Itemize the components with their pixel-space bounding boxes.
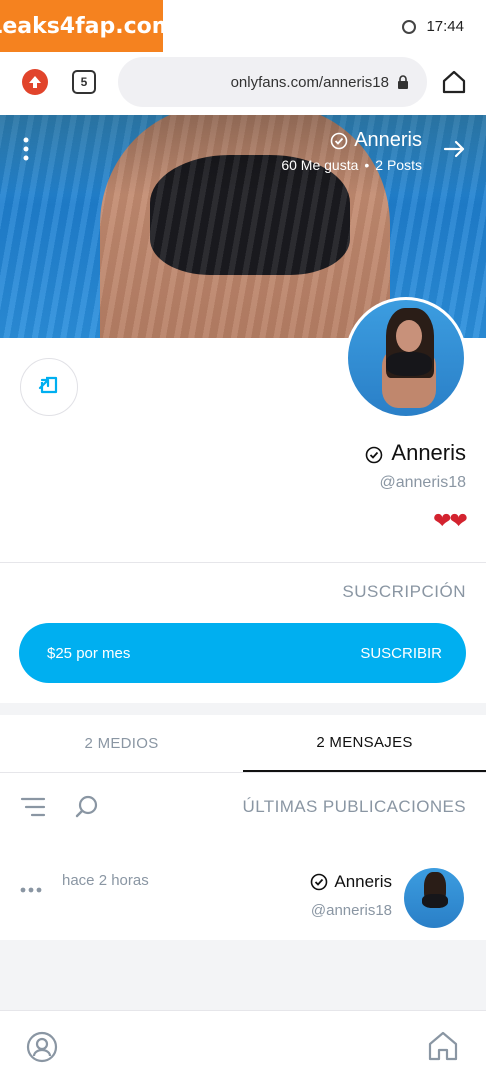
stats-separator: • [364, 157, 370, 173]
post-avatar[interactable] [404, 868, 464, 928]
section-gap [0, 703, 486, 715]
feed-title: ÚLTIMAS PUBLICACIONES [242, 797, 466, 816]
tabs-count-button[interactable]: 5 [72, 70, 96, 94]
verified-icon [310, 873, 328, 891]
list-item[interactable]: hace 2 horas Anneris @anneris18 [0, 850, 486, 940]
feed-background [0, 940, 486, 1010]
profile-tabs: 2 MEDIOS 2 MENSAJES [0, 715, 486, 773]
watermark-logo: Leaks4fap.com [0, 0, 175, 52]
url-bar[interactable]: onlyfans.com/anneris18 [118, 57, 427, 107]
subscribe-button[interactable]: $25 por mes SUSCRIBIR [19, 623, 466, 683]
post-time: hace 2 horas [62, 872, 149, 889]
profile-handle: @anneris18 [379, 474, 466, 491]
cover-name-text: Anneris [354, 129, 422, 151]
more-horizontal-icon[interactable] [20, 880, 42, 893]
bottom-nav [0, 1010, 486, 1080]
browser-toolbar: 5 onlyfans.com/anneris18 [0, 54, 486, 112]
share-icon [36, 372, 62, 403]
profile-name: Anneris [365, 440, 466, 466]
tab-media[interactable]: 2 MEDIOS [0, 715, 243, 772]
arrow-right-icon[interactable] [442, 137, 466, 161]
divider [0, 562, 486, 563]
post-author-name: Anneris [310, 872, 392, 892]
tab-posts[interactable]: 2 MENSAJES [243, 715, 486, 772]
upload-icon[interactable] [22, 69, 48, 95]
search-icon[interactable] [74, 794, 100, 820]
verified-icon [330, 132, 348, 150]
filter-icon[interactable] [20, 796, 46, 818]
hearts-emoji: ❤❤ [433, 508, 468, 533]
posts-count: 2 Posts [375, 157, 422, 173]
profile-name-text: Anneris [391, 440, 466, 465]
url-text: onlyfans.com/anneris18 [230, 73, 389, 91]
share-button[interactable] [20, 358, 78, 416]
home-icon[interactable] [440, 68, 468, 96]
home-nav-icon[interactable] [426, 1029, 460, 1063]
lock-icon [397, 75, 409, 89]
post-author-text: Anneris [334, 872, 392, 891]
cover-name: Anneris [330, 129, 422, 152]
cover-stats: 60 Me gusta • 2 Posts [281, 157, 422, 173]
post-author-handle: @anneris18 [310, 902, 392, 919]
verified-icon [365, 444, 383, 464]
avatar[interactable] [345, 297, 467, 419]
subscription-title: SUSCRIPCIÓN [342, 582, 466, 601]
alarm-icon [402, 20, 416, 34]
subscribe-label: SUSCRIBIR [360, 644, 442, 662]
likes-count: 60 Me gusta [281, 157, 359, 173]
profile-icon[interactable] [26, 1031, 58, 1063]
more-vertical-icon[interactable] [22, 137, 30, 161]
subscribe-price: $25 por mes [47, 644, 131, 662]
status-time: 17:44 [426, 18, 464, 35]
